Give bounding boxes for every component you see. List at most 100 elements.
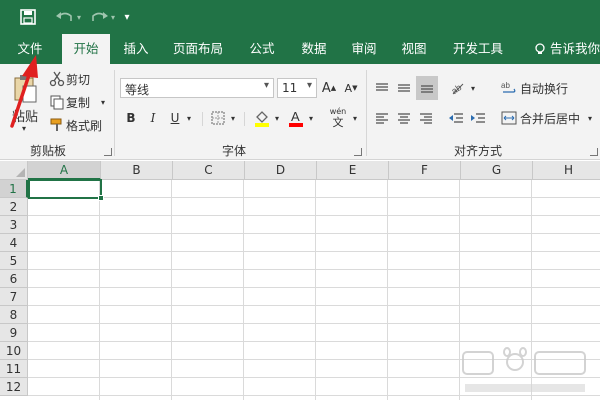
merge-center-button[interactable]: 合并后居中	[520, 108, 584, 128]
phonetic-bottom: 文	[332, 116, 344, 129]
column-header-g[interactable]: G	[461, 161, 533, 180]
chevron-down-icon: ▾	[306, 80, 312, 91]
row-header-8[interactable]: 8	[0, 306, 28, 324]
column-header-d[interactable]: D	[245, 161, 317, 180]
align-bottom-icon[interactable]	[416, 76, 438, 100]
borders-dropdown-icon[interactable]: ▾	[228, 108, 238, 128]
divider	[366, 70, 367, 156]
active-cell-a1[interactable]	[28, 179, 104, 201]
column-header-b[interactable]: B	[101, 161, 173, 180]
tab-review[interactable]: 审阅	[342, 34, 386, 64]
fill-color-icon[interactable]	[252, 108, 272, 128]
svg-text:ab: ab	[450, 82, 463, 96]
paste-dropdown-icon[interactable]: ▾	[16, 122, 32, 134]
alignment-launcher-icon[interactable]	[590, 148, 598, 156]
phonetic-guide-button[interactable]: wén 文	[326, 104, 350, 132]
format-painter-icon[interactable]	[48, 116, 66, 134]
tell-me-search[interactable]: 告诉我你	[550, 34, 600, 64]
ribbon-tabs: 文件 开始 插入 页面布局 公式 数据 审阅 视图 开发工具 告诉我你	[0, 34, 600, 64]
font-color-icon[interactable]: A	[286, 108, 306, 128]
row-header-11[interactable]: 11	[0, 360, 28, 378]
row-header-3[interactable]: 3	[0, 216, 28, 234]
svg-text:ab: ab	[501, 81, 510, 90]
row-header-10[interactable]: 10	[0, 342, 28, 360]
column-header-a[interactable]: A	[28, 161, 101, 180]
cut-button[interactable]: 剪切	[66, 70, 96, 88]
increase-indent-icon[interactable]	[468, 108, 488, 128]
svg-text:A: A	[291, 109, 300, 124]
tab-view[interactable]: 视图	[392, 34, 436, 64]
row-header-12[interactable]: 12	[0, 378, 28, 396]
tab-data[interactable]: 数据	[292, 34, 336, 64]
increase-font-size-icon[interactable]: A ▲	[320, 78, 338, 98]
title-bar: ▾ ▾ ▾	[0, 0, 600, 34]
copy-icon[interactable]	[48, 93, 66, 111]
alignment-group-label: 对齐方式	[454, 144, 503, 158]
align-right-icon[interactable]	[416, 108, 436, 128]
phonetic-dropdown-icon[interactable]: ▾	[350, 108, 360, 128]
select-all-icon	[16, 168, 25, 177]
orientation-dropdown-icon[interactable]: ▾	[468, 78, 478, 98]
chevron-down-icon: ▾	[263, 80, 269, 91]
underline-button[interactable]: U	[166, 108, 184, 128]
italic-button[interactable]: I	[144, 108, 162, 128]
borders-icon[interactable]	[208, 108, 228, 128]
merge-center-icon[interactable]	[500, 108, 518, 128]
phonetic-top: wén	[329, 107, 347, 116]
underline-dropdown-icon[interactable]: ▾	[184, 108, 194, 128]
font-size-combo[interactable]: 11 ▾	[277, 78, 317, 98]
row-header-6[interactable]: 6	[0, 270, 28, 288]
select-all-button[interactable]	[0, 161, 28, 180]
tab-page-layout[interactable]: 页面布局	[168, 34, 228, 64]
tab-file[interactable]: 文件	[8, 34, 52, 64]
tab-home[interactable]: 开始	[62, 34, 110, 64]
row-header-9[interactable]: 9	[0, 324, 28, 342]
decrease-font-size-icon[interactable]: A ▼	[342, 78, 360, 98]
align-left-icon[interactable]	[372, 108, 392, 128]
undo-dropdown-icon[interactable]: ▾	[74, 0, 84, 34]
row-header-2[interactable]: 2	[0, 198, 28, 216]
font-color-dropdown-icon[interactable]: ▾	[306, 108, 316, 128]
orientation-icon[interactable]: ab	[448, 78, 468, 98]
clipboard-launcher-icon[interactable]	[104, 148, 112, 156]
font-name-value: 等线	[125, 83, 150, 97]
merge-center-dropdown-icon[interactable]: ▾	[584, 108, 596, 128]
align-top-icon[interactable]	[372, 78, 392, 98]
tab-insert[interactable]: 插入	[114, 34, 158, 64]
column-header-e[interactable]: E	[317, 161, 389, 180]
tab-developer[interactable]: 开发工具	[446, 34, 510, 64]
column-header-h[interactable]: H	[533, 161, 600, 180]
wrap-text-icon[interactable]: ab	[500, 78, 518, 98]
copy-dropdown-icon[interactable]: ▾	[98, 93, 108, 111]
bold-button[interactable]: B	[122, 108, 140, 128]
font-group-label: 字体	[222, 144, 247, 158]
font-launcher-icon[interactable]	[354, 148, 362, 156]
column-header-c[interactable]: C	[173, 161, 245, 180]
column-header-f[interactable]: F	[389, 161, 461, 180]
cut-icon[interactable]	[48, 70, 66, 88]
align-center-icon[interactable]	[394, 108, 414, 128]
row-header-5[interactable]: 5	[0, 252, 28, 270]
row-header-7[interactable]: 7	[0, 288, 28, 306]
customize-qat-icon[interactable]: ▾	[120, 0, 134, 34]
fill-handle[interactable]	[98, 195, 104, 201]
align-middle-icon[interactable]	[394, 78, 414, 98]
redo-dropdown-icon[interactable]: ▾	[108, 0, 118, 34]
save-icon[interactable]	[14, 0, 42, 34]
divider	[202, 112, 203, 126]
copy-button[interactable]: 复制	[66, 93, 96, 111]
paste-icon[interactable]	[8, 72, 42, 106]
decrease-indent-icon[interactable]	[446, 108, 466, 128]
baidu-jingyan-watermark-icon	[462, 347, 586, 392]
tab-formulas[interactable]: 公式	[240, 34, 284, 64]
wrap-text-button[interactable]: 自动换行	[520, 78, 584, 98]
lightbulb-icon	[532, 34, 548, 64]
row-header-1[interactable]: 1	[0, 180, 28, 198]
fill-color-dropdown-icon[interactable]: ▾	[272, 108, 282, 128]
clipboard-group-label: 剪贴板	[30, 144, 67, 158]
format-painter-button[interactable]: 格式刷	[66, 116, 108, 134]
font-name-combo[interactable]: 等线 ▾	[120, 78, 274, 98]
row-header-4[interactable]: 4	[0, 234, 28, 252]
font-size-value: 11	[282, 81, 298, 95]
divider	[244, 112, 245, 126]
